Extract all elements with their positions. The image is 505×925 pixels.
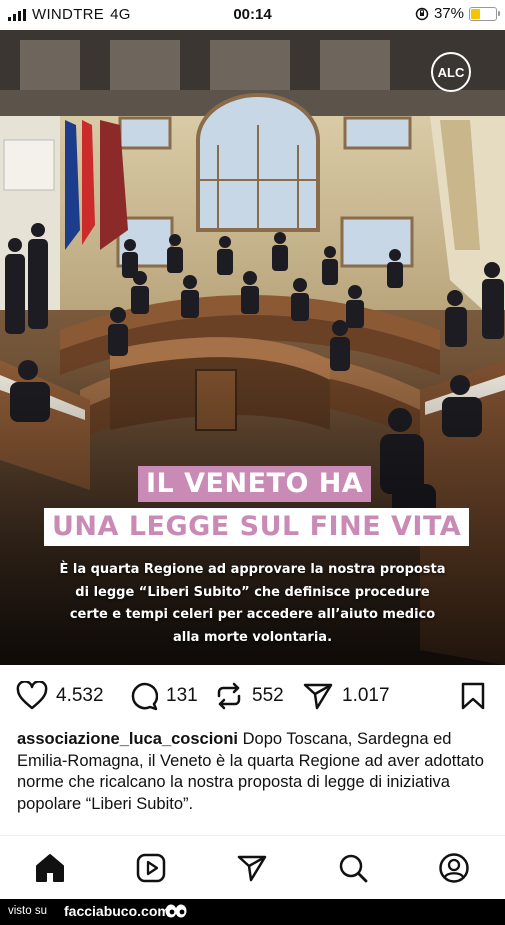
heart-icon (16, 681, 48, 710)
caption-username[interactable]: associazione_luca_coscioni (17, 730, 238, 748)
post-actions: 4.532 131 552 1.017 (0, 676, 505, 716)
status-bar: WINDTRE 4G 00:14 37% (0, 0, 505, 30)
nav-home[interactable] (32, 850, 68, 886)
status-icons: 37% (415, 5, 500, 22)
subtitle-line: È la quarta Regione ad approvare la nost… (59, 562, 446, 577)
headline-line-1: IL VENETO HA (138, 466, 372, 502)
share-button[interactable]: 1.017 (302, 676, 390, 716)
repost-icon (217, 682, 241, 710)
watermark-brand: facciabuco.com (64, 903, 170, 919)
battery-percent: 37% (433, 5, 464, 22)
search-icon (339, 854, 368, 883)
bookmark-icon (461, 682, 485, 710)
like-count: 4.532 (56, 685, 104, 706)
direct-icon (237, 855, 267, 882)
nav-profile[interactable] (436, 850, 472, 886)
subtitle-line: alla morte volontaria. (172, 629, 333, 645)
comment-button[interactable]: 131 (128, 676, 198, 716)
bottom-navigation (0, 835, 505, 899)
comment-count: 131 (166, 685, 198, 706)
subtitle-line: di legge “Liberi Subito” che definisce p… (75, 584, 430, 600)
like-button[interactable]: 4.532 (16, 676, 104, 716)
repost-count: 552 (252, 685, 284, 706)
repost-button[interactable]: 552 (214, 676, 284, 716)
post-image[interactable]: ALC IL VENETO HA UNA LEGGE SUL FINE VITA… (0, 30, 505, 665)
reels-icon (136, 853, 166, 883)
nav-direct[interactable] (234, 850, 270, 886)
alc-logo: ALC (431, 52, 471, 92)
eyes-icon (165, 904, 187, 918)
comment-icon (131, 682, 158, 711)
battery-icon (469, 6, 500, 21)
watermark-prefix: visto su (8, 905, 47, 917)
post-caption: associazione_luca_coscioni Dopo Toscana,… (17, 729, 487, 815)
save-button[interactable] (460, 676, 486, 716)
profile-icon (439, 853, 469, 883)
watermark-bar: visto su facciabuco.com (0, 899, 505, 925)
nav-search[interactable] (335, 850, 371, 886)
subtitle-line: certe e tempi celeri per accedere all’ai… (69, 607, 436, 622)
home-icon (36, 854, 64, 882)
post-subtitle: È la quarta Regione ad approvare la nost… (30, 559, 475, 649)
nav-reels[interactable] (133, 850, 169, 886)
orientation-lock-icon (415, 7, 429, 20)
share-count: 1.017 (342, 685, 390, 706)
headline-line-2: UNA LEGGE SUL FINE VITA (44, 508, 470, 546)
share-icon (303, 683, 333, 710)
